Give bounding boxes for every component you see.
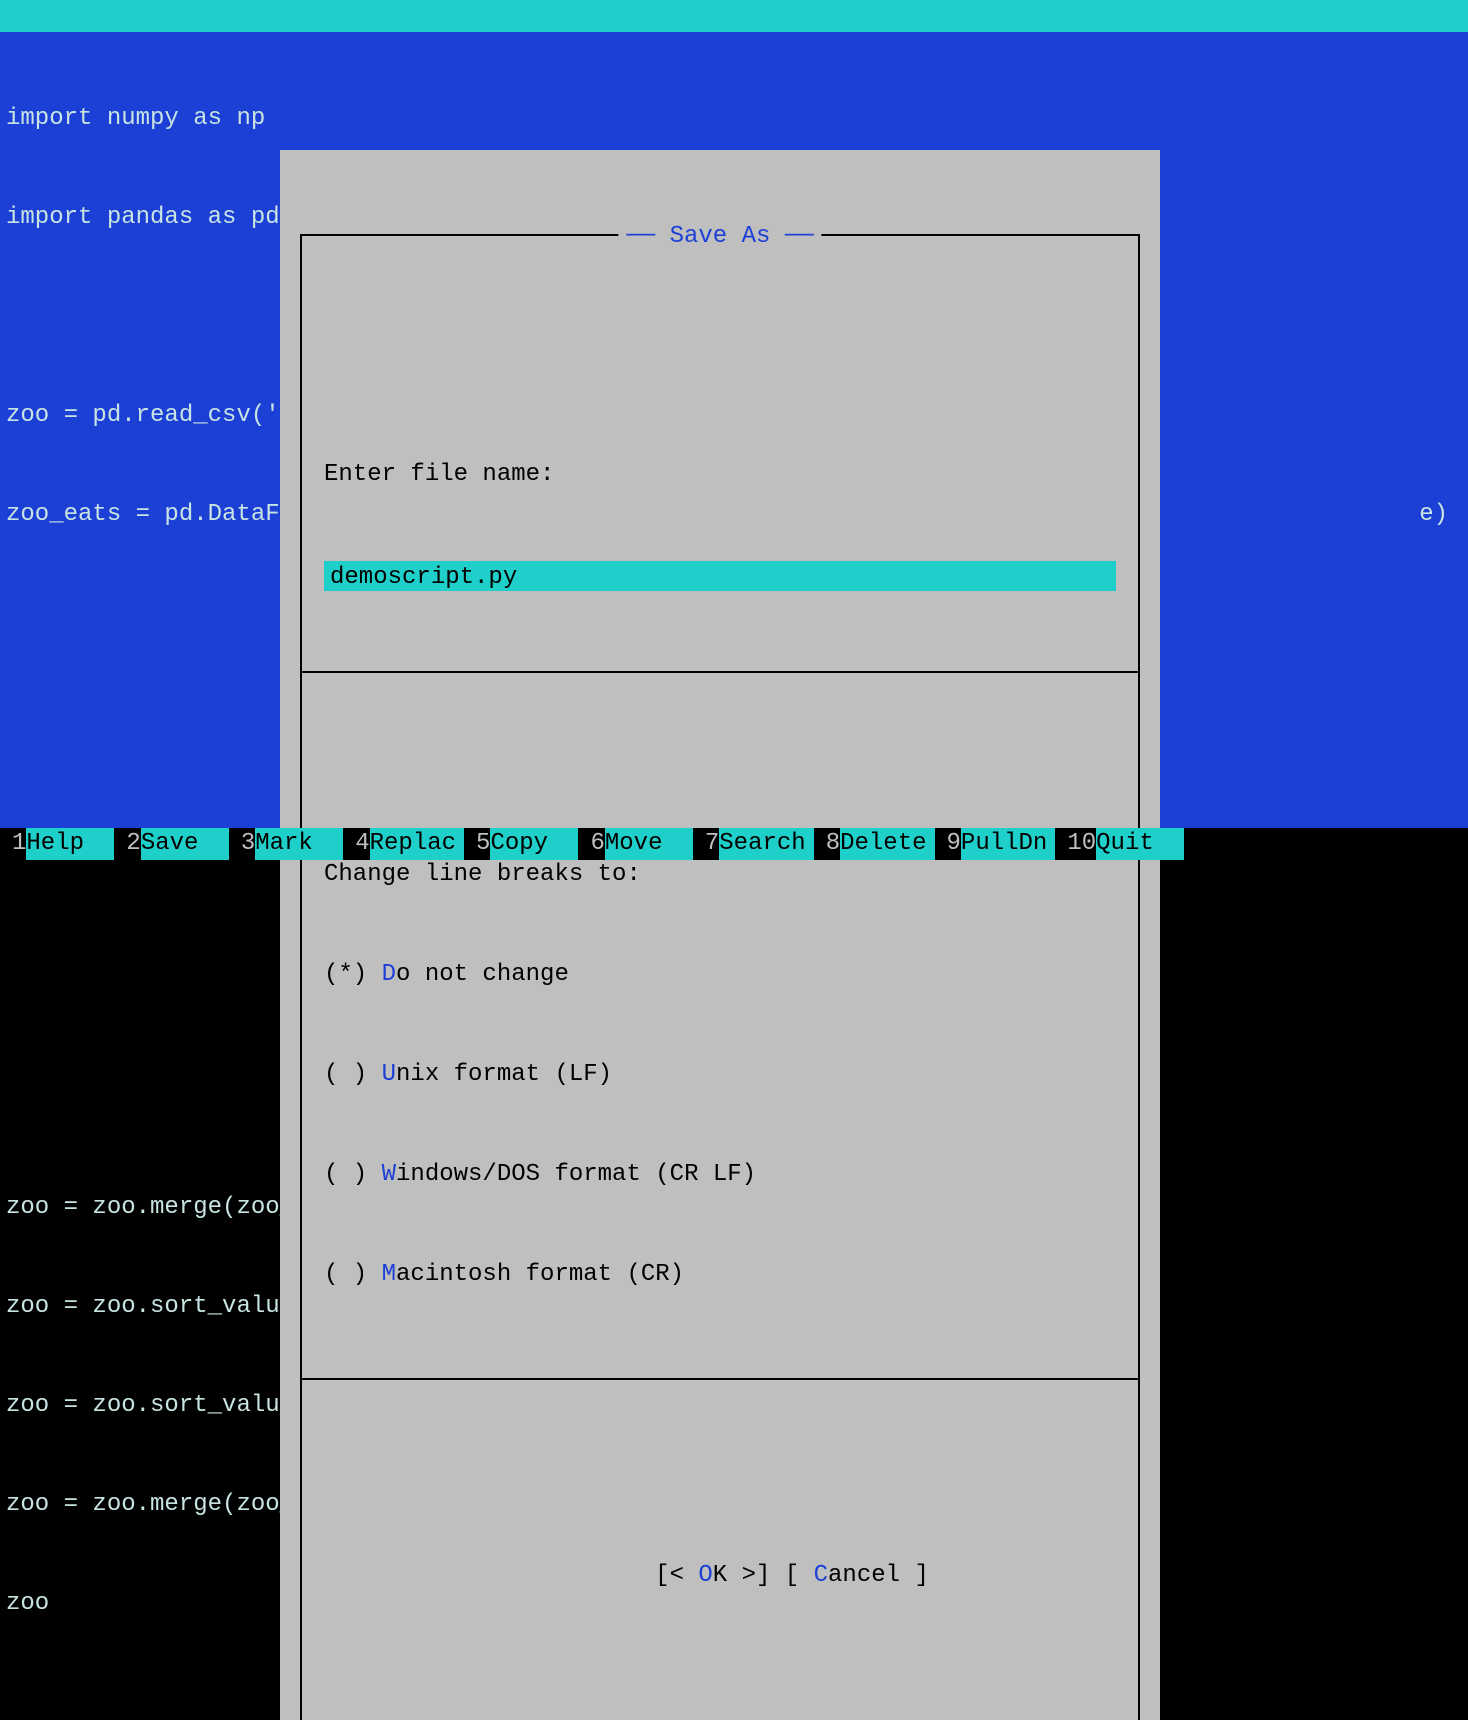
radio-windows[interactable]: ( ) Windows/DOS format (CR LF) (324, 1158, 1116, 1192)
fkey-search[interactable]: 7Search (693, 828, 814, 860)
linebreak-section: Change line breaks to: (*) Do not change… (302, 772, 1138, 1380)
filename-prompt: Enter file name: (324, 458, 1116, 491)
fkey-copy[interactable]: 5Copy (464, 828, 578, 860)
fkey-delete[interactable]: 8Delete (814, 828, 935, 860)
fkey-save[interactable]: 2Save (114, 828, 228, 860)
editor-area[interactable]: import numpy as np import pandas as pd z… (0, 32, 1468, 828)
fkey-pulldn[interactable]: 9PullDn (935, 828, 1056, 860)
fkey-replace[interactable]: 4Replac (343, 828, 464, 860)
status-bar: [-M--] 3 L:[ 1+15 16/ 16] *(670 / 670b) … (0, 0, 1468, 32)
fkey-mark[interactable]: 3Mark (229, 828, 343, 860)
ok-button[interactable]: [< OK >] (655, 1562, 770, 1589)
save-as-dialog: ── Save As ── Enter file name: demoscrip… (280, 150, 1160, 1720)
filename-section: Enter file name: demoscript.py (302, 368, 1138, 673)
fkey-quit[interactable]: 10Quit (1055, 828, 1184, 860)
radio-unix[interactable]: ( ) Unix format (LF) (324, 1058, 1116, 1092)
dialog-title: ── Save As ── (618, 220, 821, 253)
dialog-buttons-section: [< OK >] [ Cancel ] (302, 1479, 1138, 1672)
fkey-move[interactable]: 6Move (578, 828, 692, 860)
filename-input[interactable]: demoscript.py (324, 561, 1116, 591)
code-line: import numpy as np (6, 102, 1462, 135)
cancel-button[interactable]: [ Cancel ] (770, 1562, 928, 1589)
code-fragment: e) (1419, 498, 1448, 531)
function-key-bar: 1Help 2Save 3Mark 4Replac 5Copy 6Move 7S… (0, 828, 1468, 860)
radio-no-change[interactable]: (*) Do not change (324, 958, 1116, 992)
dialog-frame: ── Save As ── Enter file name: demoscrip… (300, 234, 1140, 1720)
linebreak-label: Change line breaks to: (324, 858, 1116, 892)
fkey-help[interactable]: 1Help (0, 828, 114, 860)
radio-macintosh[interactable]: ( ) Macintosh format (CR) (324, 1258, 1116, 1292)
